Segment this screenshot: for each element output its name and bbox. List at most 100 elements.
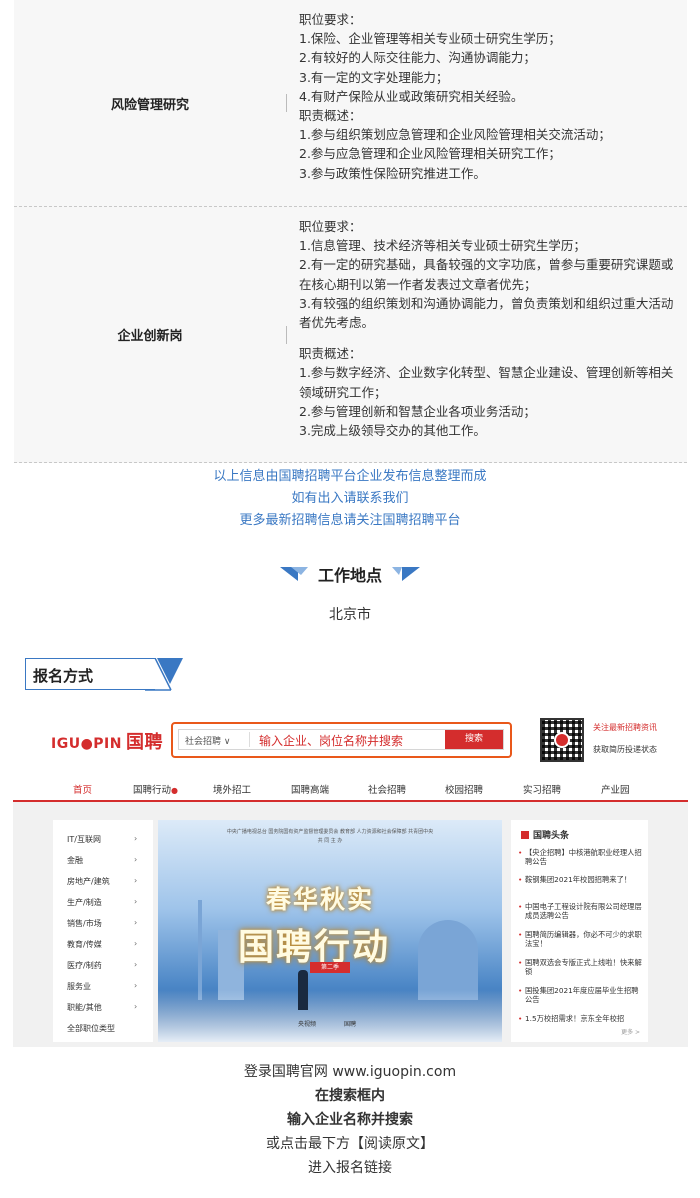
search-box: 社会招聘 ∨ 输入企业、岗位名称并搜索 搜索 xyxy=(171,722,512,758)
job-table: 风险管理研究 职位要求： 1.保险、企业管理等相关专业硕士研究生学历； 2.有较… xyxy=(14,0,687,463)
chevron-right-icon: › xyxy=(134,918,138,927)
menu-item: 全部职位类型 xyxy=(67,1024,115,1033)
menu-item: 生产/制造 xyxy=(67,898,102,907)
instruction-line: 登录国聘官网 www.iguopin.com xyxy=(243,1064,457,1080)
banner-header: 共 同 主 办 xyxy=(317,838,343,844)
triangle-left-icon xyxy=(279,567,308,581)
nav-item: 社会招聘 xyxy=(368,785,407,796)
job-desc-line: 4.有财产保险从业或政策研究相关经验。 xyxy=(299,88,524,104)
note-line: 如有出入请联系我们 xyxy=(291,491,409,506)
news-item: 国投集团2021年度应届毕业生招聘公告 xyxy=(518,986,643,1004)
nav-item: 校园招聘 xyxy=(445,785,484,796)
logo-latin: IGU●PIN xyxy=(51,736,122,752)
job-description: 职位要求： 1.保险、企业管理等相关专业硕士研究生学历； 2.有较好的人际交往能… xyxy=(287,0,687,206)
news-item: 中国电子工程设计院有限公司经理层成员选聘公告 xyxy=(518,902,643,920)
instruction-line: 进入报名链接 xyxy=(308,1160,392,1176)
note-line: 更多最新招聘信息请关注国聘招聘平台 xyxy=(239,513,461,528)
banner-header: 中央广播电视总台 国务院国有资产监督管理委员会 教育部 人力资源和社会保障部 共… xyxy=(226,829,434,835)
qr-text: 获取简历投递状态 xyxy=(593,745,657,754)
job-desc-line: 1.保险、企业管理等相关专业硕士研究生学历； xyxy=(299,31,561,47)
menu-item: IT/互联网 xyxy=(67,835,101,844)
nav-item: 国聘行动● xyxy=(133,782,178,796)
banner-footer: 国聘 xyxy=(344,1021,357,1028)
website-screenshot: IGU●PIN 国聘 社会招聘 ∨ 输入企业、岗位名称并搜索 搜索 关注最新招聘资… xyxy=(13,710,688,1047)
job-desc-line: 职责概述： xyxy=(299,108,362,124)
job-desc-line: 3.有一定的文字处理能力； xyxy=(299,69,449,85)
site-logo: IGU●PIN 国聘 xyxy=(51,728,163,754)
instruction-line: 输入企业名称并搜索 xyxy=(287,1112,413,1128)
banner-tag: 第二季 xyxy=(310,962,350,973)
chevron-right-icon: › xyxy=(134,1002,138,1011)
nav-item: 境外招工 xyxy=(213,785,252,796)
person-graphic xyxy=(298,970,308,1010)
chevron-right-icon: › xyxy=(134,897,138,906)
promo-banner: 中央广播电视总台 国务院国有资产监督管理委员会 教育部 人力资源和社会保障部 共… xyxy=(158,820,502,1042)
job-title: 风险管理研究 xyxy=(110,97,189,113)
news-item: 1.5万校招需求！京东全年校招 xyxy=(518,1014,643,1023)
job-desc-line: 3.有较强的组织策划和沟通协调能力，曾负责策划和组织过重大活动者优先考虑。 xyxy=(299,295,674,331)
news-item: 鞍钢集团2021年校园招聘来了！ xyxy=(518,875,643,884)
divider xyxy=(249,732,250,747)
building-graphic xyxy=(198,900,202,1000)
news-heading: 国聘头条 xyxy=(521,828,569,841)
menu-item: 医疗/制药 xyxy=(67,961,102,970)
news-panel: 国聘头条 【央企招聘】中核港航职业经理人招聘公告 鞍钢集团2021年校园招聘来了… xyxy=(511,820,648,1042)
news-item: 国聘双选会专版正式上线啦！快来解锁 xyxy=(518,958,643,976)
banner-ground xyxy=(158,990,502,1042)
category-menu: IT/互联网 › 金融 › 房地产/建筑 › 生产/制造 › 销售/市场 › 教育/传媒 ›… xyxy=(53,820,153,1042)
menu-item: 教育/传媒 xyxy=(67,940,102,949)
new-dot-icon: ● xyxy=(171,786,178,795)
register-title: 报名方式 xyxy=(33,667,94,685)
menu-item: 房地产/建筑 xyxy=(67,877,110,886)
nav-item: 国聘高端 xyxy=(291,785,330,796)
job-title: 企业创新岗 xyxy=(117,329,183,344)
job-row: 风险管理研究 职位要求： 1.保险、企业管理等相关专业硕士研究生学历； 2.有较… xyxy=(14,0,687,207)
location-city: 北京市 xyxy=(329,607,371,623)
job-desc-line: 2.参与管理创新和智慧企业各项业务活动； xyxy=(299,403,536,419)
news-heading-label: 国聘头条 xyxy=(533,831,570,841)
chevron-right-icon: › xyxy=(134,855,138,864)
news-more-link: 更多 > xyxy=(621,1029,640,1036)
news-icon xyxy=(521,831,529,839)
chevron-right-icon: › xyxy=(134,939,138,948)
search-category: 社会招聘 ∨ xyxy=(185,737,231,747)
nav-item: 首页 xyxy=(73,785,93,796)
news-item: 【央企招聘】中核港航职业经理人招聘公告 xyxy=(518,848,643,866)
menu-item: 销售/市场 xyxy=(67,919,102,928)
nav-item-label: 国聘行动 xyxy=(133,785,172,796)
job-desc-line: 3.完成上级领导交办的其他工作。 xyxy=(299,423,486,439)
job-desc-line: 1.参与组织策划应急管理和企业风险管理相关交流活动； xyxy=(299,127,611,143)
instructions: 登录国聘官网 www.iguopin.com 在搜索框内 输入企业名称并搜索 或… xyxy=(0,1060,700,1180)
chevron-right-icon: › xyxy=(134,834,138,843)
nav-item: 产业园 xyxy=(601,785,630,796)
job-desc-line: 2.参与应急管理和企业风险管理相关研究工作； xyxy=(299,146,561,162)
chevron-right-icon: › xyxy=(134,981,138,990)
qr-logo xyxy=(554,732,570,748)
menu-item: 服务业 xyxy=(67,982,91,991)
note-line: 以上信息由国聘招聘平台企业发布信息整理而成 xyxy=(213,469,487,484)
location-heading: 工作地点 xyxy=(0,562,700,586)
qr-text: 关注最新招聘资讯 xyxy=(593,723,657,732)
source-notes: 以上信息由国聘招聘平台企业发布信息整理而成 如有出入请联系我们 更多最新招聘信息… xyxy=(0,466,700,532)
search-button: 搜索 xyxy=(445,730,503,749)
search-inner: 社会招聘 ∨ 输入企业、岗位名称并搜索 搜索 xyxy=(178,729,504,750)
instruction-line: 或点击最下方【阅读原文】 xyxy=(266,1136,434,1152)
job-desc-line: 2.有一定的研究基础，具备较强的文字功底，曾参与重要研究课题或在核心期刊以第一作… xyxy=(299,257,674,292)
banner-footer: 央视频 xyxy=(298,1021,317,1028)
job-desc-line: 1.信息管理、技术经济等相关专业硕士研究生学历； xyxy=(299,238,586,254)
triangle-down-icon xyxy=(145,658,183,691)
building-graphic xyxy=(418,920,478,1000)
job-desc-line: 3.参与政策性保险研究推进工作。 xyxy=(299,165,486,181)
job-description: 职位要求： 1.信息管理、技术经济等相关专业硕士研究生学历； 2.有一定的研究基… xyxy=(287,207,687,462)
location-title: 工作地点 xyxy=(317,566,382,585)
nav-item: 实习招聘 xyxy=(523,785,562,796)
job-desc-line: 职责概述： xyxy=(299,346,362,362)
instruction-line: 在搜索框内 xyxy=(315,1088,385,1104)
logo-cn: 国聘 xyxy=(125,732,163,753)
job-desc-line: 职位要求： xyxy=(299,12,362,27)
site-nav: 首页 国聘行动● 境外招工 国聘高端 社会招聘 校园招聘 实习招聘 产业园 xyxy=(13,778,688,802)
search-placeholder: 输入企业、岗位名称并搜索 xyxy=(259,734,404,748)
job-desc-line: 1.参与数字经济、企业数字化转型、智慧企业建设、管理创新等相关领域研究工作； xyxy=(299,365,674,400)
chevron-right-icon: › xyxy=(134,960,138,969)
